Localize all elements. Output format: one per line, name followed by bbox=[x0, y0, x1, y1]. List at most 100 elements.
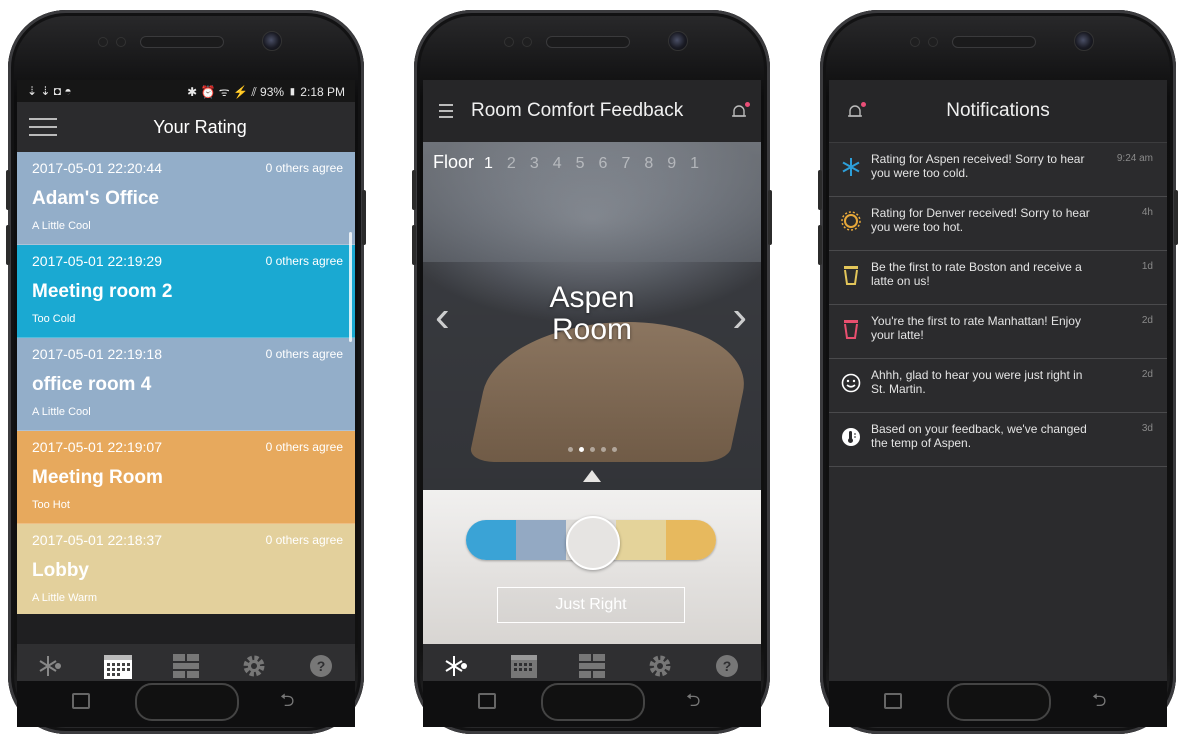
notification-text: Rating for Denver received! Sorry to hea… bbox=[871, 206, 1090, 234]
carousel-dot[interactable] bbox=[589, 447, 595, 452]
app-header: Notifications bbox=[829, 80, 1167, 143]
recent-apps-icon[interactable] bbox=[884, 693, 902, 709]
floor-number-7[interactable]: 7 bbox=[621, 155, 630, 173]
floor-number-4[interactable]: 4 bbox=[553, 155, 562, 173]
screen: ⇣ ⇣ ◘ ◓ ✱ ⏰ ᯤ ⚡ ⫽ 93% ▮ 2:18 PM Your Rat… bbox=[17, 80, 355, 688]
rating-row[interactable]: 2017-05-01 22:20:44 0 others agree Adam's … bbox=[17, 152, 355, 245]
carousel-dot[interactable] bbox=[578, 447, 584, 452]
rating-timestamp: 2017-05-01 22:19:07 bbox=[32, 439, 162, 455]
floor-number-1[interactable]: 1 bbox=[690, 155, 699, 173]
recent-apps-icon[interactable] bbox=[478, 693, 496, 709]
rating-value: A Little Cool bbox=[32, 406, 91, 418]
floor-number-1[interactable]: 1 bbox=[484, 155, 493, 173]
room-name-line1: Aspen bbox=[549, 281, 635, 314]
scroll-indicator[interactable] bbox=[349, 232, 352, 342]
agree-count: 0 others agree bbox=[265, 161, 343, 175]
slider-segment-2[interactable] bbox=[516, 520, 566, 560]
rating-timestamp: 2017-05-01 22:19:29 bbox=[32, 253, 162, 269]
back-icon[interactable]: ⮌ bbox=[280, 688, 294, 718]
floor-number-9[interactable]: 9 bbox=[667, 155, 676, 173]
slider-segment-5[interactable] bbox=[666, 520, 716, 560]
tab-rate-snowflake-sun-icon[interactable] bbox=[442, 651, 472, 681]
rating-row[interactable]: 2017-05-01 22:19:18 0 others agree office … bbox=[17, 338, 355, 431]
slider-segment-4[interactable] bbox=[616, 520, 666, 560]
tab-history-calendar-icon[interactable] bbox=[509, 651, 539, 681]
notification-item[interactable]: Based on your feedback, we've changed th… bbox=[829, 413, 1167, 467]
home-button[interactable] bbox=[541, 683, 645, 721]
carousel-dot[interactable] bbox=[600, 447, 606, 452]
next-room-chevron-icon[interactable]: › bbox=[732, 292, 747, 342]
tab-floorplan-icon[interactable] bbox=[577, 651, 607, 681]
screen: Room Comfort Feedback Floor 1234567891 ‹… bbox=[423, 80, 761, 688]
back-icon[interactable]: ⮌ bbox=[686, 688, 700, 718]
rating-row[interactable]: 2017-05-01 22:18:37 0 others agree Lobby A … bbox=[17, 524, 355, 617]
floor-number-2[interactable]: 2 bbox=[507, 155, 516, 173]
notification-time: 2d bbox=[1141, 315, 1153, 326]
tab-settings-gear-icon[interactable] bbox=[239, 651, 269, 681]
rating-value: A Little Cool bbox=[32, 220, 91, 232]
room-name: Adam's Office bbox=[32, 188, 159, 209]
rating-timestamp: 2017-05-01 22:18:37 bbox=[32, 532, 162, 548]
tab-floorplan-icon[interactable] bbox=[171, 651, 201, 681]
room-name-line2: Room bbox=[551, 313, 633, 346]
notification-item[interactable]: Be the first to rate Boston and receive … bbox=[829, 251, 1167, 305]
rating-timestamp: 2017-05-01 22:19:18 bbox=[32, 346, 162, 362]
slider-segment-1[interactable] bbox=[466, 520, 516, 560]
menu-icon[interactable] bbox=[439, 104, 453, 124]
screen: Notifications Rating for Aspen received!… bbox=[829, 80, 1167, 688]
earpiece-speaker bbox=[546, 36, 630, 48]
notification-item[interactable]: Rating for Aspen received! Sorry to hear… bbox=[829, 143, 1167, 197]
notification-item[interactable]: Ahhh, glad to hear you were just right i… bbox=[829, 359, 1167, 413]
app-header: Your Rating bbox=[17, 102, 355, 152]
rating-row[interactable]: 2017-05-01 22:19:07 0 others agree Meeting… bbox=[17, 431, 355, 524]
room-photo-carousel[interactable]: Floor 1234567891 ‹ Aspen Room › bbox=[423, 142, 761, 490]
page-title: Room Comfort Feedback bbox=[471, 100, 684, 121]
earpiece-speaker bbox=[140, 36, 224, 48]
notification-list: Rating for Aspen received! Sorry to hear… bbox=[829, 143, 1167, 688]
rating-panel: Just Right bbox=[423, 490, 761, 644]
page-title: Notifications bbox=[946, 100, 1050, 121]
floor-number-5[interactable]: 5 bbox=[576, 155, 585, 173]
floor-number-3[interactable]: 3 bbox=[530, 155, 539, 173]
smiley-icon bbox=[841, 373, 861, 393]
floor-selector[interactable]: Floor 1234567891 bbox=[433, 152, 699, 173]
floor-number-8[interactable]: 8 bbox=[644, 155, 653, 173]
comfort-slider-knob[interactable] bbox=[566, 516, 620, 570]
panel-pointer bbox=[583, 470, 601, 482]
floor-number-6[interactable]: 6 bbox=[599, 155, 608, 173]
front-camera bbox=[668, 31, 688, 51]
recent-apps-icon[interactable] bbox=[72, 693, 90, 709]
home-button[interactable] bbox=[135, 683, 239, 721]
carousel-dots[interactable] bbox=[423, 447, 761, 452]
notification-text: Be the first to rate Boston and receive … bbox=[871, 260, 1082, 288]
cup-icon bbox=[841, 319, 861, 339]
just-right-button[interactable]: Just Right bbox=[497, 587, 685, 623]
tab-history-calendar-icon[interactable] bbox=[103, 651, 133, 681]
agree-count: 0 others agree bbox=[265, 254, 343, 268]
tab-help-icon[interactable]: ? bbox=[306, 651, 336, 681]
room-name: Meeting Room bbox=[32, 467, 163, 488]
notification-time: 4h bbox=[1141, 207, 1153, 218]
agree-count: 0 others agree bbox=[265, 347, 343, 361]
rating-value: Too Hot bbox=[32, 499, 70, 511]
notifications-bell-icon[interactable] bbox=[731, 102, 750, 120]
back-icon[interactable]: ⮌ bbox=[1092, 688, 1106, 718]
notification-item[interactable]: You're the first to rate Manhattan! Enjo… bbox=[829, 305, 1167, 359]
home-button[interactable] bbox=[947, 683, 1051, 721]
phone-room-comfort: Room Comfort Feedback Floor 1234567891 ‹… bbox=[412, 10, 772, 734]
page-title: Your Rating bbox=[153, 117, 247, 137]
room-name: office room 4 bbox=[32, 374, 152, 395]
tab-rate-snowflake-sun-icon[interactable] bbox=[36, 651, 66, 681]
snowflake-icon bbox=[841, 157, 861, 177]
notification-text: Based on your feedback, we've changed th… bbox=[871, 422, 1087, 450]
tab-settings-gear-icon[interactable] bbox=[645, 651, 675, 681]
rating-value: A Little Warm bbox=[32, 592, 97, 604]
rating-value: Too Cold bbox=[32, 313, 76, 325]
carousel-dot[interactable] bbox=[567, 447, 573, 452]
rating-row[interactable]: 2017-05-01 22:19:29 0 others agree Meeting… bbox=[17, 245, 355, 338]
notification-item[interactable]: Rating for Denver received! Sorry to hea… bbox=[829, 197, 1167, 251]
cup-icon bbox=[841, 265, 861, 285]
tab-help-icon[interactable]: ? bbox=[712, 651, 742, 681]
carousel-dot[interactable] bbox=[611, 447, 617, 452]
rating-list[interactable]: 2017-05-01 22:20:44 0 others agree Adam's … bbox=[17, 152, 355, 617]
